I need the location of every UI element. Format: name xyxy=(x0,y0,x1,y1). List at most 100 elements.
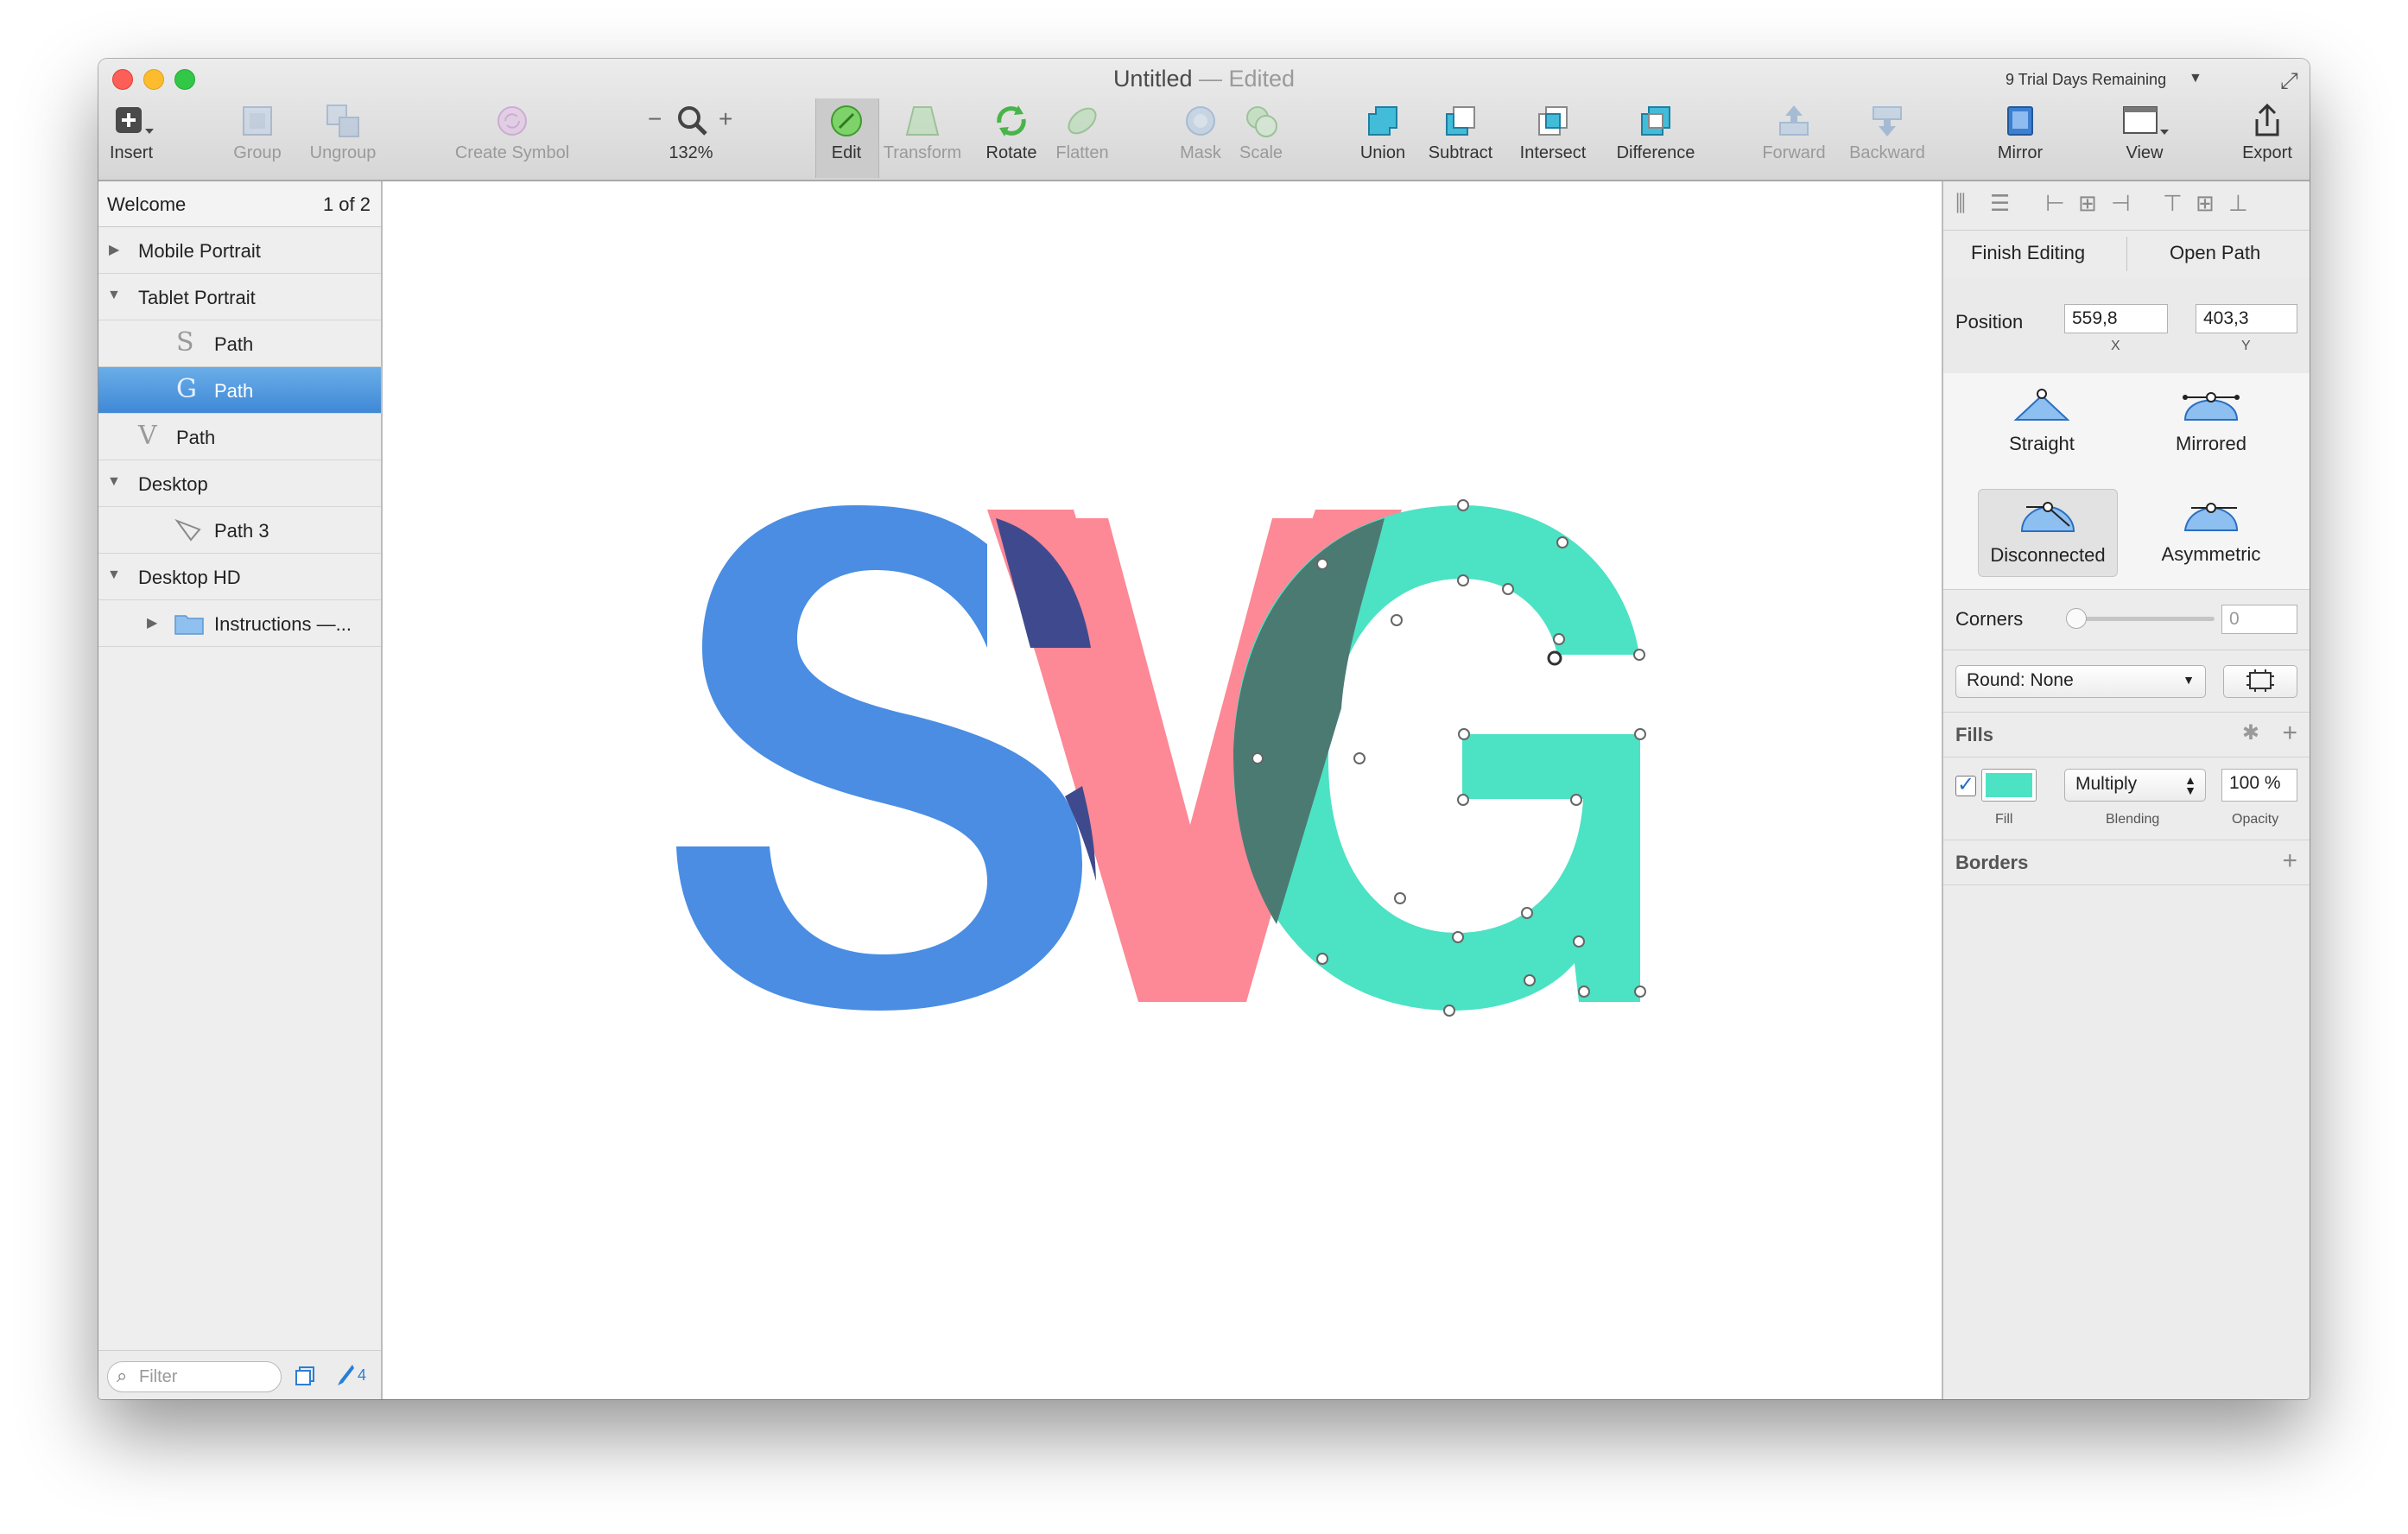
symbols-icon[interactable] xyxy=(294,1365,316,1387)
vector-point[interactable] xyxy=(1633,649,1645,661)
open-path-button[interactable]: Open Path xyxy=(2170,242,2260,264)
align-left-icon[interactable]: ⊢ xyxy=(2045,190,2065,217)
corners-slider-knob[interactable] xyxy=(2066,608,2087,629)
vector-point[interactable] xyxy=(1443,1005,1455,1017)
corners-slider-track[interactable] xyxy=(2071,617,2215,621)
pixel-fit-button[interactable] xyxy=(2223,665,2297,698)
vector-point[interactable] xyxy=(1547,650,1562,666)
align-bottom-icon[interactable]: ⊥ xyxy=(2228,190,2248,217)
vector-point[interactable] xyxy=(1391,614,1403,626)
vector-point[interactable] xyxy=(1458,728,1470,740)
disclosure-right-icon[interactable]: ▶ xyxy=(147,614,157,631)
position-y-field[interactable]: 403,3 xyxy=(2196,304,2297,333)
disclosure-down-icon[interactable]: ▼ xyxy=(107,288,121,303)
disclosure-down-icon[interactable]: ▼ xyxy=(107,567,121,583)
layer-path-g[interactable]: G Path xyxy=(98,367,381,414)
vector-point[interactable] xyxy=(1556,536,1568,548)
vector-point[interactable] xyxy=(1452,931,1464,943)
fullscreen-icon[interactable]: ⤢ xyxy=(2280,67,2298,95)
export-button[interactable]: Export xyxy=(2237,102,2297,163)
point-mirrored-button[interactable]: Mirrored xyxy=(2142,385,2280,455)
zoom-out-button[interactable]: − xyxy=(648,105,662,133)
forward-button[interactable]: Forward xyxy=(1755,102,1833,163)
intersect-button[interactable]: Intersect xyxy=(1510,102,1596,163)
vector-point[interactable] xyxy=(1394,892,1406,904)
align-center-icon[interactable]: ⊞ xyxy=(2078,190,2097,217)
mirror-button[interactable]: Mirror xyxy=(1990,102,2050,163)
vector-point[interactable] xyxy=(1316,953,1328,965)
vector-point[interactable] xyxy=(1457,574,1469,586)
blending-dropdown[interactable]: Multiply ▲ ▼ xyxy=(2064,769,2206,802)
opacity-field[interactable]: 100 % xyxy=(2221,769,2297,802)
align-right-icon[interactable]: ⊣ xyxy=(2111,190,2131,217)
mask-button[interactable]: Mask xyxy=(1175,102,1226,163)
difference-button[interactable]: Difference xyxy=(1600,102,1712,163)
trial-days-label[interactable]: 9 Trial Days Remaining xyxy=(2006,71,2166,89)
rotate-button[interactable]: Rotate xyxy=(981,102,1042,163)
gear-icon[interactable]: ✱ xyxy=(2242,720,2259,745)
canvas[interactable] xyxy=(383,181,1942,1399)
align-top-icon[interactable]: ⊤ xyxy=(2163,190,2183,217)
create-symbol-button[interactable]: Create Symbol xyxy=(447,102,577,163)
subtract-button[interactable]: Subtract xyxy=(1422,102,1499,163)
layer-tablet-portrait[interactable]: ▼ Tablet Portrait xyxy=(98,274,381,320)
align-middle-icon[interactable]: ⊞ xyxy=(2196,190,2215,217)
scale-button[interactable]: Scale xyxy=(1235,102,1287,163)
vector-point[interactable] xyxy=(1573,935,1585,948)
vector-point[interactable] xyxy=(1634,728,1646,740)
view-button[interactable]: View xyxy=(2114,102,2175,163)
group-button[interactable]: Group xyxy=(230,102,285,163)
vector-point[interactable] xyxy=(1553,633,1565,645)
transform-button[interactable]: Transform xyxy=(879,102,966,163)
layer-desktop-hd[interactable]: ▼ Desktop HD xyxy=(98,554,381,600)
point-asymmetric-button[interactable]: Asymmetric xyxy=(2142,496,2280,566)
fill-color-well[interactable] xyxy=(1981,769,2037,802)
layer-path-v[interactable]: V Path xyxy=(98,414,381,460)
forward-label: Forward xyxy=(1762,143,1826,162)
round-dropdown[interactable]: Round: None ▼ xyxy=(1955,665,2206,698)
add-fill-icon[interactable]: + xyxy=(2282,719,2297,748)
disclosure-right-icon[interactable]: ▶ xyxy=(109,241,119,258)
backward-button[interactable]: Backward xyxy=(1840,102,1935,163)
divider xyxy=(2126,237,2127,271)
artwork[interactable] xyxy=(383,181,1942,1399)
layer-path-3[interactable]: Path 3 xyxy=(98,507,381,554)
vector-point[interactable] xyxy=(1457,499,1469,511)
insert-button[interactable]: Insert xyxy=(107,102,155,163)
zoom-control[interactable]: − + 132% xyxy=(643,102,739,163)
distribute-vertical-icon[interactable]: ☰ xyxy=(1990,190,2010,217)
vector-point[interactable] xyxy=(1570,794,1582,806)
vector-point[interactable] xyxy=(1524,974,1536,986)
pen-icon[interactable] xyxy=(335,1363,356,1387)
layer-instructions[interactable]: ▶ Instructions —... xyxy=(98,600,381,647)
filter-input[interactable]: ⌕ Filter xyxy=(107,1361,282,1392)
layer-mobile-portrait[interactable]: ▶ Mobile Portrait xyxy=(98,227,381,274)
union-button[interactable]: Union xyxy=(1353,102,1413,163)
vector-point[interactable] xyxy=(1252,752,1264,764)
ungroup-button[interactable]: Ungroup xyxy=(304,102,382,163)
flatten-button[interactable]: Flatten xyxy=(1052,102,1112,163)
distribute-horizontal-icon[interactable]: ⫼ xyxy=(1955,190,1966,218)
disclosure-down-icon[interactable]: ▼ xyxy=(107,474,121,490)
edit-icon xyxy=(831,105,862,136)
vector-point[interactable] xyxy=(1353,752,1366,764)
zoom-in-button[interactable]: + xyxy=(719,105,732,133)
point-disconnected-button[interactable]: Disconnected xyxy=(1978,489,2118,577)
vector-point[interactable] xyxy=(1634,986,1646,998)
vector-point[interactable] xyxy=(1316,558,1328,570)
vector-point[interactable] xyxy=(1502,583,1514,595)
point-straight-button[interactable]: Straight xyxy=(1973,385,2111,455)
finish-editing-button[interactable]: Finish Editing xyxy=(1971,242,2085,264)
layer-desktop[interactable]: ▼ Desktop xyxy=(98,460,381,507)
layer-path-s[interactable]: S Path xyxy=(98,320,381,367)
add-border-icon[interactable]: + xyxy=(2282,846,2297,876)
corners-field[interactable]: 0 xyxy=(2221,605,2297,634)
trial-dropdown-icon[interactable]: ▼ xyxy=(2189,71,2202,86)
vector-point[interactable] xyxy=(1521,907,1533,919)
edit-button[interactable]: Edit xyxy=(821,102,872,163)
page-selector[interactable]: Welcome 1 of 2 xyxy=(98,181,381,227)
vector-point[interactable] xyxy=(1578,986,1590,998)
vector-point[interactable] xyxy=(1457,794,1469,806)
position-x-field[interactable]: 559,8 xyxy=(2064,304,2168,333)
fill-enabled-checkbox[interactable]: ✓ xyxy=(1955,773,1976,796)
